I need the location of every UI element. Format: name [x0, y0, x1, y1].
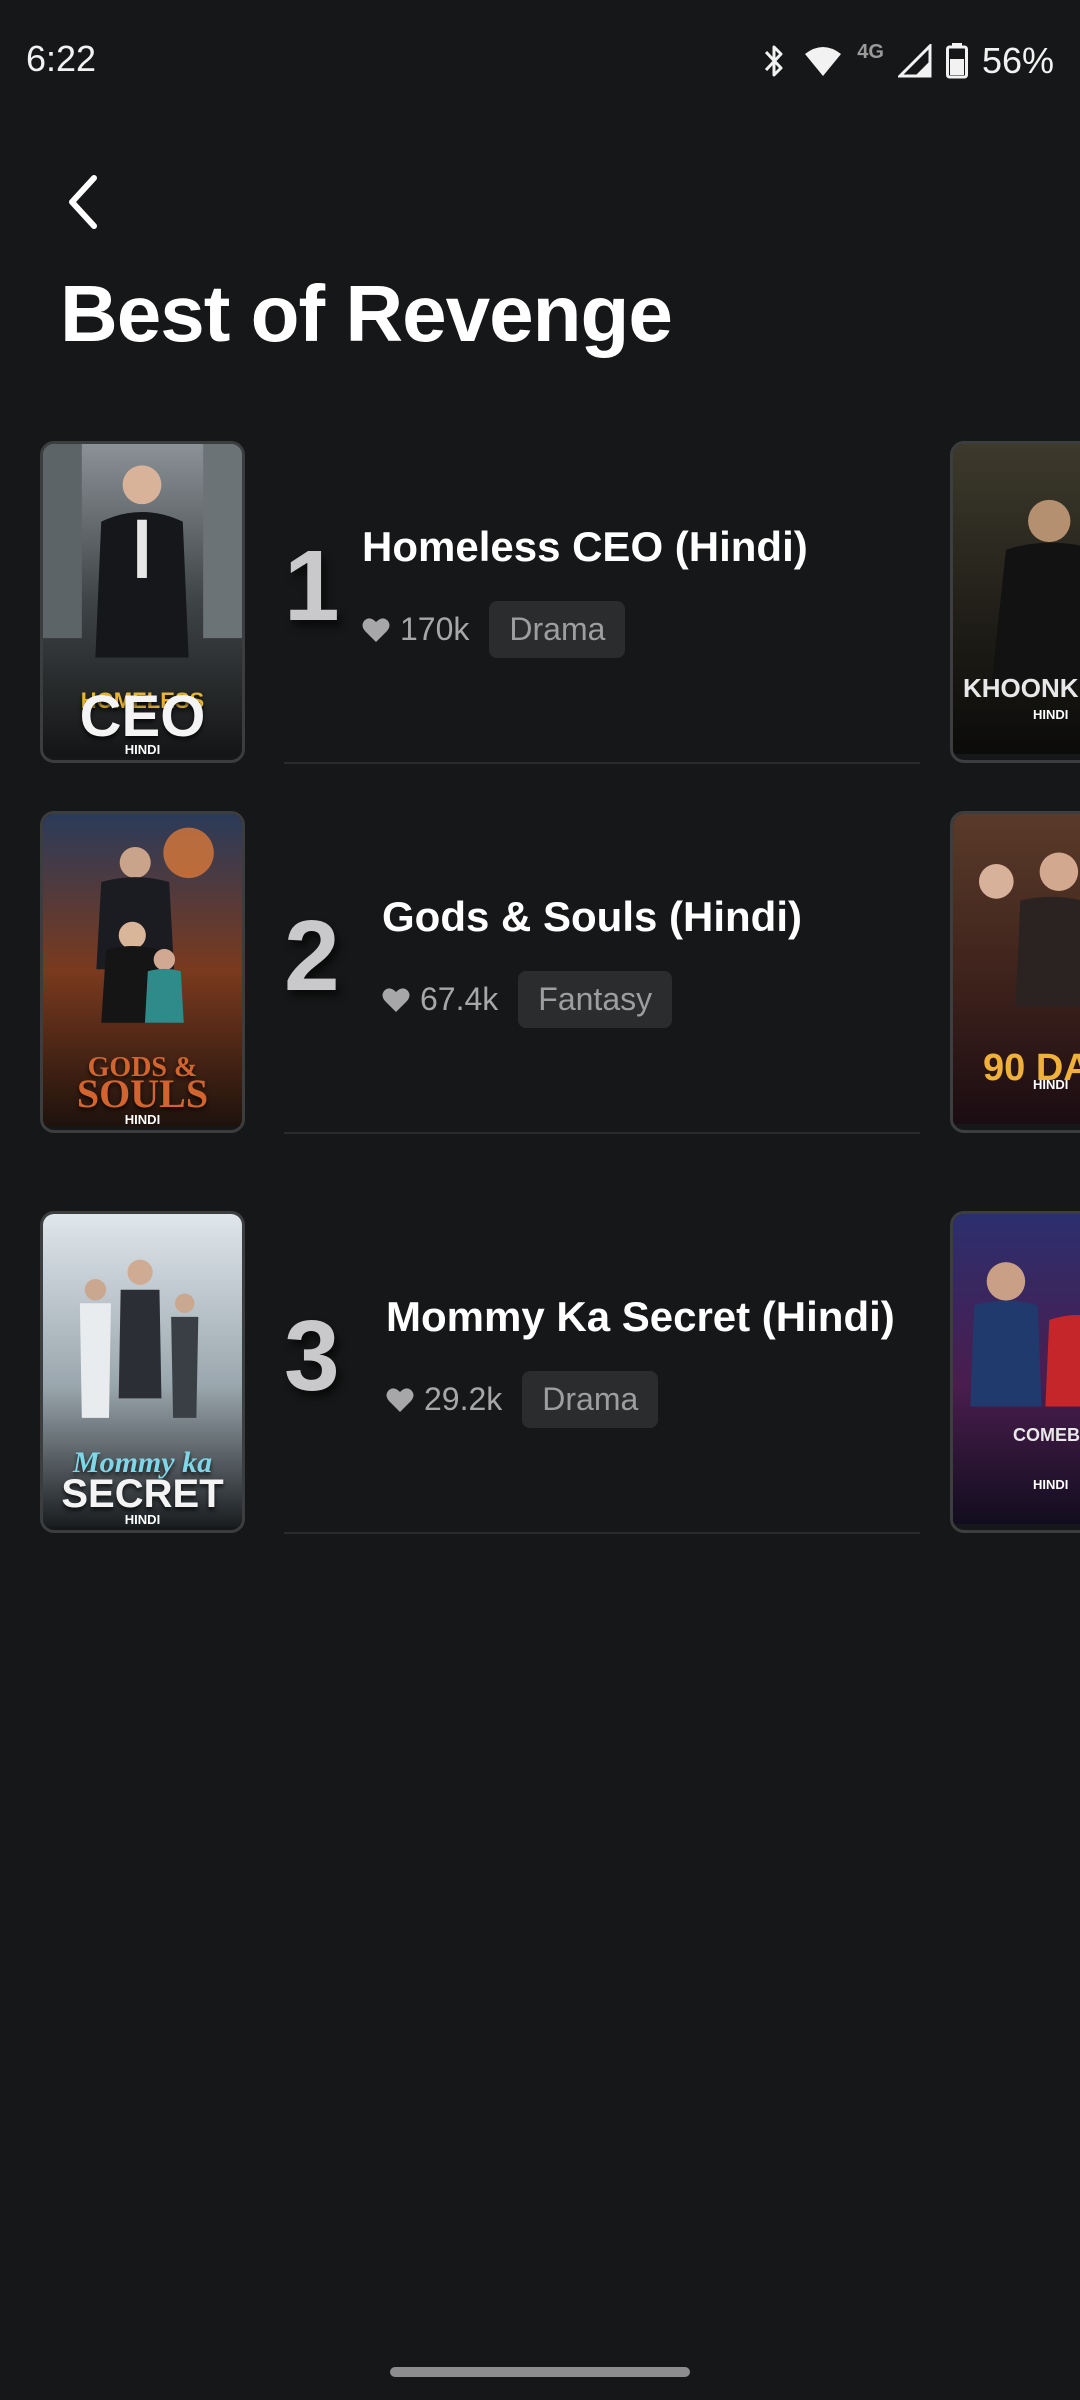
- rank-number: 2: [284, 900, 340, 1012]
- poster-title: CEO: [79, 684, 206, 749]
- page-title: Best of Revenge: [60, 269, 673, 358]
- divider: [284, 1132, 920, 1134]
- peek-tag: HINDI: [1033, 1477, 1069, 1492]
- show-meta: 29.2k Drama: [386, 1371, 659, 1428]
- likes-count: 67.4k: [420, 981, 499, 1017]
- divider: [284, 762, 920, 764]
- poster-tag: HINDI: [124, 1512, 161, 1527]
- show-meta: 170k Drama: [362, 601, 626, 658]
- poster-title: SECRET: [61, 1472, 224, 1516]
- cell-signal-icon: [897, 44, 932, 78]
- battery-icon: [945, 43, 968, 79]
- likes: 170k: [362, 611, 469, 648]
- likes: 67.4k: [382, 981, 498, 1018]
- back-button[interactable]: [52, 170, 116, 234]
- status-bar: 6:22 4G 56%: [0, 0, 1080, 125]
- poster-image[interactable]: GODS & SOULS HINDI: [40, 811, 245, 1133]
- battery-percent: 56%: [981, 40, 1054, 81]
- heart-icon: [382, 987, 410, 1012]
- genre-chip[interactable]: Fantasy: [518, 971, 673, 1028]
- poster-image[interactable]: HOMELESS CEO HINDI: [40, 441, 245, 763]
- peek-poster[interactable]: 90 DAYS HINDI: [950, 811, 1080, 1133]
- likes: 29.2k: [386, 1381, 502, 1418]
- peek-poster[interactable]: COMEBACK KING HINDI: [950, 1211, 1080, 1533]
- show-title[interactable]: Gods & Souls (Hindi): [382, 893, 802, 941]
- list-item[interactable]: HOMELESS CEO HINDI 1 Homeless CEO (Hindi…: [0, 441, 1080, 767]
- peek-poster[interactable]: KHOONK HINDI: [950, 441, 1080, 763]
- status-icons: 4G 56%: [759, 36, 1054, 86]
- peek-tag: HINDI: [1033, 707, 1069, 722]
- show-title[interactable]: Homeless CEO (Hindi): [362, 523, 808, 571]
- peek-tag: HINDI: [1033, 1077, 1069, 1092]
- poster-tag: HINDI: [124, 742, 161, 757]
- poster-image[interactable]: Mommy ka SECRET HINDI: [40, 1211, 245, 1533]
- poster-title: SOULS: [76, 1071, 209, 1116]
- show-meta: 67.4k Fantasy: [382, 971, 673, 1028]
- rank-number: 3: [284, 1300, 340, 1412]
- home-indicator[interactable]: [390, 2367, 690, 2377]
- list-item[interactable]: Mommy ka SECRET HINDI 3 Mommy Ka Secret …: [0, 1211, 1080, 1537]
- wifi-icon: [803, 44, 843, 78]
- peek-title: COMEBACK KING: [1013, 1425, 1080, 1445]
- divider: [284, 1532, 920, 1534]
- peek-title: KHOONK: [963, 673, 1079, 703]
- likes-count: 29.2k: [424, 1381, 503, 1417]
- rank-number: 1: [284, 530, 340, 642]
- show-title[interactable]: Mommy Ka Secret (Hindi): [386, 1293, 895, 1341]
- likes-count: 170k: [400, 611, 470, 647]
- network-type-label: 4G: [857, 40, 884, 63]
- screen: 6:22 4G 56% Best of Revenge HOMELESS CEO…: [0, 0, 1080, 2400]
- heart-icon: [386, 1387, 414, 1412]
- chevron-left-icon: [69, 175, 97, 229]
- status-time: 6:22: [26, 38, 97, 79]
- genre-chip[interactable]: Drama: [522, 1371, 659, 1428]
- poster-tag: HINDI: [124, 1112, 161, 1127]
- genre-chip[interactable]: Drama: [489, 601, 626, 658]
- bluetooth-icon: [759, 42, 789, 80]
- heart-icon: [362, 617, 390, 642]
- list-item[interactable]: GODS & SOULS HINDI 2 Gods & Souls (Hindi…: [0, 811, 1080, 1137]
